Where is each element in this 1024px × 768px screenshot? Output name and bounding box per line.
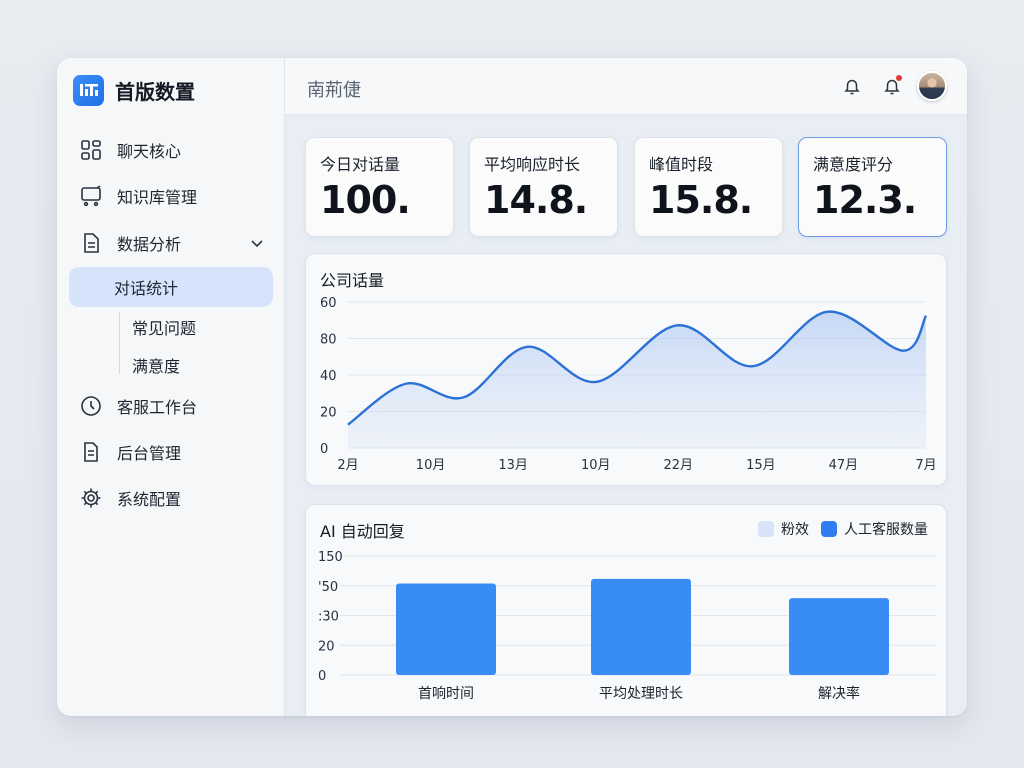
grid-icon [79,138,103,162]
bar-chart-card: AI 自动回复 粉效 人工客服数量 150'50:30 20 0 首响时间 平均处理时长… [305,504,947,716]
x-tick-label: 22月 [664,458,694,473]
line-chart-card: 公司话量 60 80 40 20 0 2月 10月 13月 10月 22月 15月 47月 7月 [305,253,947,486]
bell-icon[interactable] [839,73,865,99]
y-tick-label: 80 [320,333,337,348]
stat-card-peak-period[interactable]: 峰值时段 15.8. [634,137,783,237]
sidebar-subitem-label: 对话统计 [114,279,179,298]
submenu-divider [119,312,120,374]
brand[interactable]: 首版数置 [73,74,195,106]
sidebar-item-label: 数据分析 [117,235,182,254]
stat-label: 平均响应时长 [484,155,581,174]
x-tick-label: 15月 [746,458,776,473]
page-title: 南荊倢 [307,80,361,101]
sidebar-subitem-faq[interactable]: 常见问题 [132,315,196,339]
sidebar-item-label: 后台管理 [117,444,182,463]
notification-bell-icon[interactable] [879,73,905,99]
brand-name: 首版数置 [115,79,195,104]
stat-value: 14.8. [484,178,588,222]
app-window: 首版数置 聊天核心 知识库管理 数据分析 对话统计 常见问题 满意度 客服工作台… [57,58,967,716]
bar [396,583,496,675]
document-icon [79,231,103,255]
sidebar-item-admin[interactable]: 后台管理 [69,432,273,472]
area-fill [348,311,926,448]
y-tick-label: 40 [320,369,337,384]
stat-card-satisfaction[interactable]: 满意度评分 12.3. [798,137,947,237]
x-tick-label: 10月 [416,458,446,473]
clock-icon [79,394,103,418]
file-icon [79,440,103,464]
y-tick-label: 20 [320,406,337,421]
bar-chart: 150 '50 :30 20 0 首响时间 平均处理时长 解决率 [318,550,936,702]
bar [591,578,691,675]
stat-card-avg-response[interactable]: 平均响应时长 14.8. [469,137,618,237]
stat-value: 12.3. [813,178,917,222]
sidebar-item-chat-core[interactable]: 聊天核心 [69,130,273,170]
y-tick-label: :30 [318,610,339,625]
y-tick-label: 0 [318,669,326,684]
x-tick-label: 2月 [337,458,358,473]
sidebar-item-label: 聊天核心 [117,142,182,161]
sidebar-item-label: 客服工作台 [117,398,198,417]
sidebar-subitem-satisfaction[interactable]: 满意度 [132,353,180,377]
stat-value: 15.8. [649,178,753,222]
stat-label: 满意度评分 [813,155,894,174]
y-tick-label: 150 [318,550,343,565]
sidebar: 首版数置 聊天核心 知识库管理 数据分析 对话统计 常见问题 满意度 客服工作台… [57,58,285,716]
x-tick-label: 7月 [915,458,936,473]
notification-dot [896,75,902,81]
top-header: 南荊倢 [285,58,967,115]
sidebar-item-service-desk[interactable]: 客服工作台 [69,386,273,426]
stat-label: 今日对话量 [320,155,401,174]
x-tick-label: 47月 [829,458,859,473]
cart-icon [79,184,103,208]
y-tick-label: 0 [320,442,328,457]
y-tick-label: 20 [318,639,335,654]
sidebar-subitem-conversation-stats[interactable]: 对话统计 [69,267,273,307]
line-chart: 60 80 40 20 0 2月 10月 13月 10月 22月 15月 47月 7月 [320,296,937,473]
sidebar-item-label: 系统配置 [117,490,182,509]
x-tick-label: 13月 [498,458,528,473]
y-tick-label: 60 [320,296,337,311]
sidebar-item-knowledge-base[interactable]: 知识库管理 [69,176,273,216]
sidebar-item-data-analysis[interactable]: 数据分析 [69,223,273,263]
chevron-down-icon[interactable] [249,235,265,255]
stat-card-today-conversations[interactable]: 今日对话量 100. [305,137,454,237]
stat-value: 100. [320,178,411,222]
sidebar-item-settings[interactable]: 系统配置 [69,478,273,518]
bar [789,598,889,675]
stat-label: 峰值时段 [649,155,714,174]
x-tick-label: 解决率 [818,685,860,702]
x-tick-label: 10月 [581,458,611,473]
gear-icon [79,486,103,510]
avatar[interactable] [917,71,947,101]
x-tick-label: 首响时间 [418,686,474,702]
sidebar-item-label: 知识库管理 [117,188,198,207]
y-tick-label: '50 [318,580,338,595]
x-tick-label: 平均处理时长 [599,686,683,702]
brand-logo-icon [73,74,104,106]
